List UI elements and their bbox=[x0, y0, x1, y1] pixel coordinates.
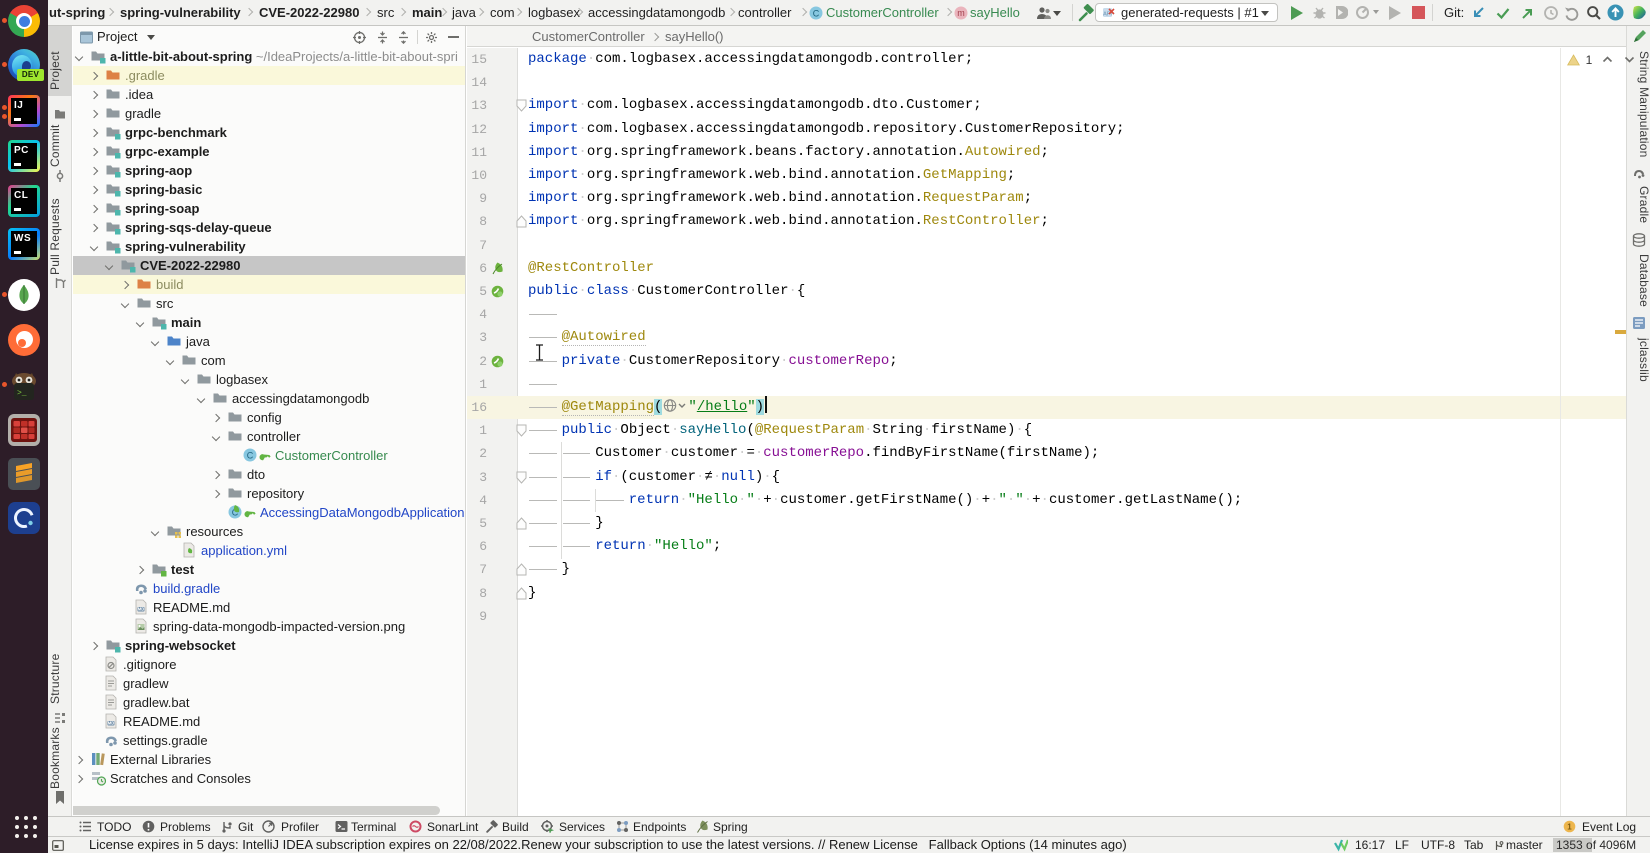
svg-text:MD: MD bbox=[138, 607, 145, 612]
svg-text:C: C bbox=[813, 8, 820, 18]
svg-text:C: C bbox=[247, 450, 254, 460]
svg-text:m: m bbox=[957, 8, 965, 18]
svg-text:1: 1 bbox=[1567, 823, 1572, 832]
svg-text:>_: >_ bbox=[17, 389, 27, 398]
svg-text:MD: MD bbox=[108, 721, 115, 726]
